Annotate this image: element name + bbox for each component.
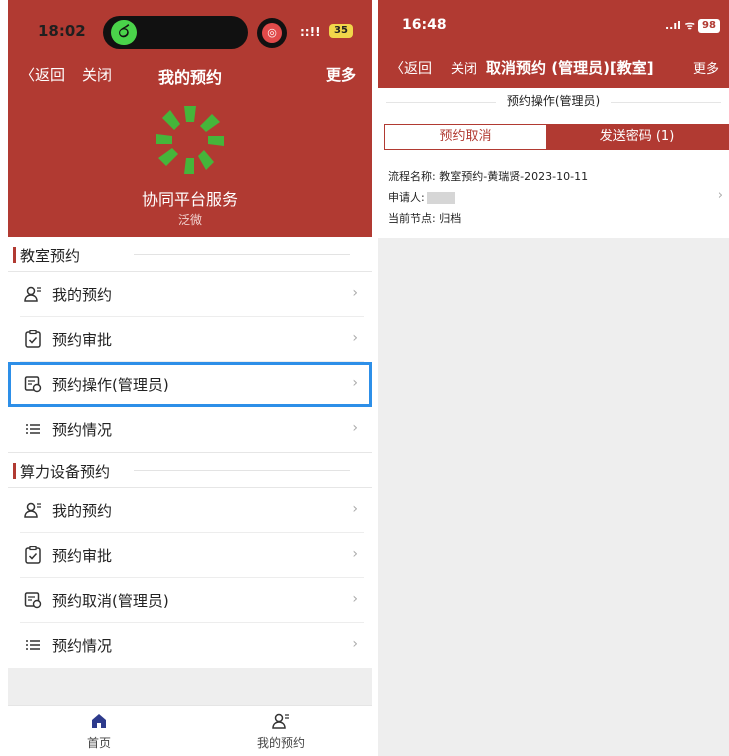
flow-row: 流程名称: 教室预约-黄瑞贤-2023-10-11 bbox=[388, 166, 588, 187]
redacted-name bbox=[426, 192, 455, 204]
check-clipboard-icon bbox=[25, 330, 41, 348]
record-icon: ◎ bbox=[257, 18, 287, 48]
user-icon bbox=[272, 713, 289, 729]
user-icon bbox=[24, 502, 41, 518]
dynamic-island: ර bbox=[103, 16, 248, 49]
section-compute-device: 算力设备预约 bbox=[8, 452, 372, 488]
chevron-right-icon: › bbox=[352, 420, 358, 436]
item-label: 预约取消(管理员) bbox=[52, 592, 169, 610]
back-button[interactable]: 〈返回 bbox=[390, 58, 432, 78]
signal-wifi-icon: ..ıl ᯤ bbox=[665, 19, 695, 32]
tab-send-password[interactable]: 发送密码 (1) bbox=[546, 125, 728, 149]
list-item-admin-operation[interactable]: 预约操作(管理员) › bbox=[8, 362, 372, 407]
applicant-row: 申请人: bbox=[388, 187, 588, 208]
node-value: 归档 bbox=[439, 212, 462, 225]
brand-name: 协同平台服务 bbox=[141, 190, 238, 209]
list-item-approval[interactable]: 预约审批 › bbox=[8, 533, 372, 578]
tab-my-reservation[interactable]: 我的预约 bbox=[190, 712, 372, 751]
home-icon bbox=[92, 714, 106, 728]
section-title: 教室预约 bbox=[20, 247, 81, 265]
list-item-approval[interactable]: 预约审批 › bbox=[8, 317, 372, 362]
chevron-right-icon: › bbox=[352, 501, 358, 517]
chevron-right-icon: › bbox=[352, 285, 358, 301]
battery-icon: 98 bbox=[698, 19, 720, 33]
item-label: 预约审批 bbox=[52, 547, 113, 565]
tab-cancel-reservation[interactable]: 预约取消 bbox=[385, 125, 546, 149]
chevron-right-icon: › bbox=[352, 591, 358, 607]
list-icon bbox=[26, 424, 40, 434]
divider bbox=[386, 102, 496, 103]
list-item-my-reservation[interactable]: 我的预约 › bbox=[8, 272, 372, 317]
applicant-label: 申请人: bbox=[388, 191, 425, 204]
section-title: 预约操作(管理员) bbox=[506, 94, 601, 108]
list-item-my-reservation[interactable]: 我的预约 › bbox=[8, 488, 372, 533]
page-title: 我的预约 bbox=[157, 68, 222, 87]
list-item-admin-cancel[interactable]: 预约取消(管理员) › bbox=[8, 578, 372, 623]
chevron-right-icon: › bbox=[352, 375, 358, 391]
page-title: 取消预约 (管理员)[教室] bbox=[486, 59, 654, 77]
left-nav-bar: 〈返回 关闭 我的预约 更多 bbox=[8, 62, 372, 88]
section-marker bbox=[13, 247, 16, 263]
weaver-logo-icon bbox=[156, 106, 224, 174]
item-label: 我的预约 bbox=[52, 286, 113, 304]
signal-icon: ::!! bbox=[300, 25, 321, 39]
item-label: 预约情况 bbox=[52, 421, 113, 439]
left-header: 18:02 ර ◎ ::!! 35 〈返回 关闭 我的预约 更多 协同平台服务 … bbox=[8, 0, 372, 237]
chevron-right-icon: › bbox=[717, 188, 723, 203]
node-label: 当前节点: bbox=[388, 212, 436, 225]
list-item-status[interactable]: 预约情况 › bbox=[8, 623, 372, 668]
flow-label: 流程名称: bbox=[388, 170, 436, 183]
check-clipboard-icon bbox=[25, 546, 41, 564]
user-icon bbox=[24, 286, 41, 302]
list-item-status[interactable]: 预约情况 › bbox=[8, 407, 372, 452]
section-classroom: 教室预约 bbox=[8, 237, 372, 272]
status-time: 16:48 bbox=[402, 17, 447, 33]
right-header: 16:48 ..ıl ᯤ 98 〈返回 关闭 取消预约 (管理员)[教室] 更多 bbox=[378, 0, 729, 88]
list-icon bbox=[26, 640, 40, 650]
brand-sub: 泛微 bbox=[177, 213, 202, 227]
more-button[interactable]: 更多 bbox=[326, 64, 356, 85]
item-label: 我的预约 bbox=[52, 502, 113, 520]
item-label: 预约情况 bbox=[52, 637, 113, 655]
section-title: 算力设备预约 bbox=[20, 463, 111, 481]
more-button[interactable]: 更多 bbox=[693, 58, 719, 77]
divider bbox=[611, 102, 721, 103]
admin-doc-icon bbox=[24, 376, 42, 393]
section-marker bbox=[13, 463, 16, 479]
chevron-right-icon: › bbox=[352, 636, 358, 652]
section-header: 预约操作(管理员) bbox=[378, 92, 729, 109]
flow-value: 教室预约-黄瑞贤-2023-10-11 bbox=[439, 170, 589, 183]
right-phone-screen: 16:48 ..ıl ᯤ 98 〈返回 关闭 取消预约 (管理员)[教室] 更多… bbox=[378, 0, 729, 756]
bottom-tab-bar: 首页 我的预约 bbox=[8, 705, 372, 756]
close-button[interactable]: 关闭 bbox=[451, 58, 477, 77]
admin-doc-icon bbox=[24, 592, 42, 609]
battery-icon: 35 bbox=[329, 24, 353, 38]
right-nav-bar: 〈返回 关闭 取消预约 (管理员)[教室] 更多 bbox=[378, 56, 729, 78]
tab-label: 首页 bbox=[86, 736, 111, 750]
left-phone-screen: 18:02 ර ◎ ::!! 35 〈返回 关闭 我的预约 更多 协同平台服务 … bbox=[8, 0, 372, 756]
segmented-control: 预约取消 发送密码 (1) bbox=[384, 124, 729, 150]
link-icon: ර bbox=[111, 20, 137, 45]
item-label: 预约审批 bbox=[52, 331, 113, 349]
reservation-menu: 教室预约 我的预约 › 预约审批 › 预约操作(管理员) › 预约情况 › 算力… bbox=[8, 237, 372, 668]
record-item[interactable]: 流程名称: 教室预约-黄瑞贤-2023-10-11 申请人: 当前节点: 归档 bbox=[388, 166, 588, 229]
status-time: 18:02 bbox=[38, 22, 86, 40]
divider bbox=[134, 470, 350, 471]
divider bbox=[134, 254, 350, 255]
tab-home[interactable]: 首页 bbox=[8, 712, 190, 751]
item-label: 预约操作(管理员) bbox=[52, 376, 169, 394]
reservation-card: 预约操作(管理员) 预约取消 发送密码 (1) 流程名称: 教室预约-黄瑞贤-2… bbox=[378, 88, 729, 238]
node-row: 当前节点: 归档 bbox=[388, 208, 588, 229]
chevron-right-icon: › bbox=[352, 330, 358, 346]
tab-label: 我的预约 bbox=[256, 736, 305, 750]
chevron-right-icon: › bbox=[352, 546, 358, 562]
